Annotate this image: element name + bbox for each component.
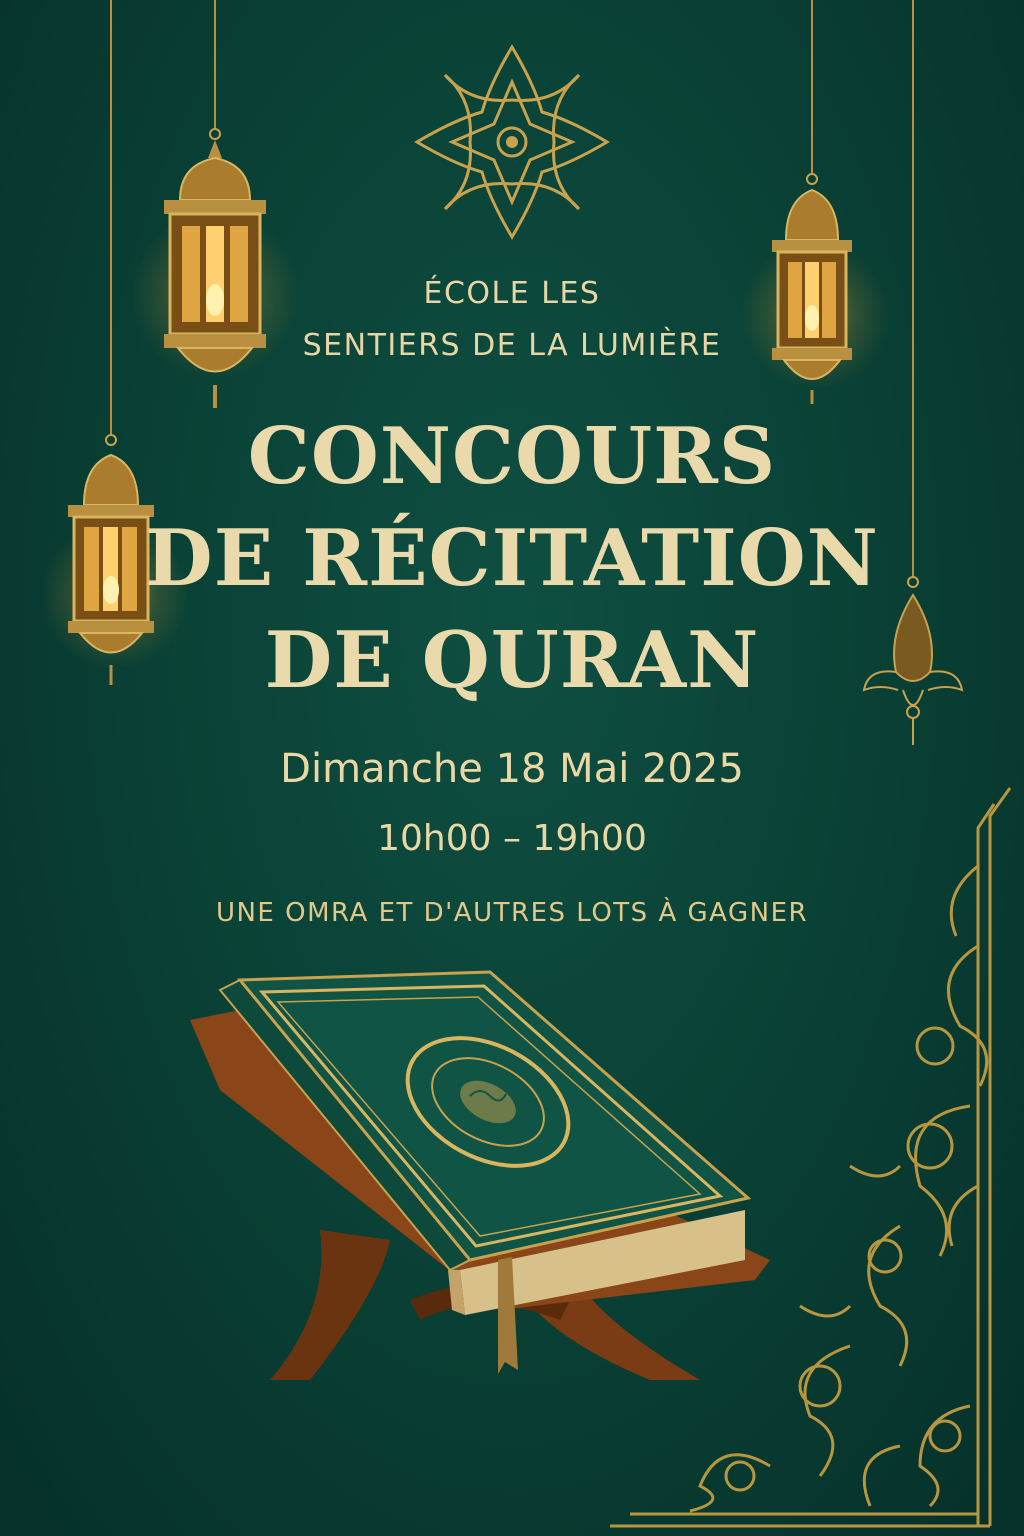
prize-text: UNE OMRA ET D'AUTRES LOTS À GAGNER — [215, 898, 809, 928]
event-hours: 10h00 – 19h00 — [377, 818, 647, 859]
school-name-line1: ÉCOLE LES — [423, 276, 601, 311]
quran-on-rehal — [190, 970, 770, 1380]
title-line2: DE RÉCITATION — [145, 513, 879, 604]
title-line3: DE QURAN — [264, 615, 760, 706]
star-ornament-icon — [414, 44, 610, 240]
school-name: ÉCOLE LES SENTIERS DE LA LUMIÈRE — [0, 268, 1024, 372]
school-name-line2: SENTIERS DE LA LUMIÈRE — [302, 328, 722, 363]
event-title: CONCOURS DE RÉCITATION DE QURAN — [0, 406, 1024, 712]
wooden-rehal-stand — [270, 1230, 390, 1380]
poster: ÉCOLE LES SENTIERS DE LA LUMIÈRE CONCOUR… — [0, 0, 1024, 1536]
event-date: Dimanche 18 Mai 2025 — [280, 746, 744, 792]
title-line1: CONCOURS — [247, 411, 777, 502]
